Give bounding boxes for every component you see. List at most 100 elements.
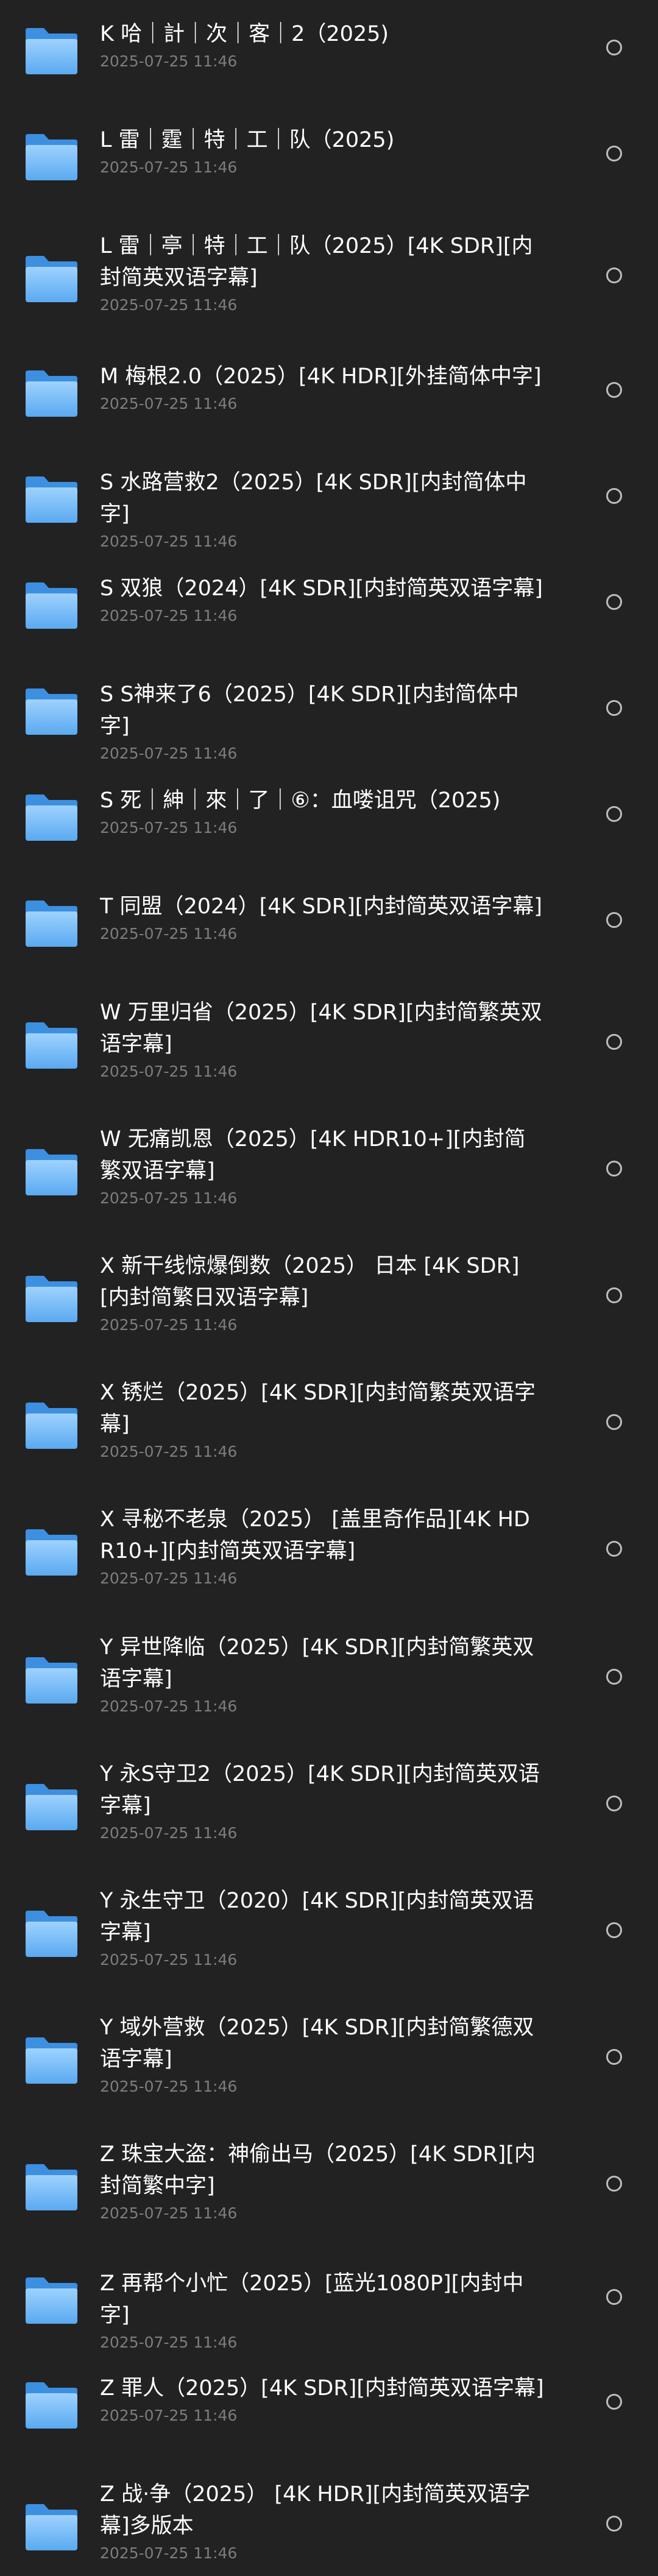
select-radio[interactable] <box>606 267 622 283</box>
item-name: Z 战·争（2025） [4K HDR][内封简英双语字幕]多版本 <box>100 2482 531 2538</box>
folder-icon <box>24 2276 79 2325</box>
file-list-item-19[interactable]: Z 珠宝大盗：神偷出马（2025）[4K SDR][内封简繁中字] 2025-0… <box>0 2139 658 2224</box>
file-list-item-20[interactable]: Z 再帮个小忙（2025）[蓝光1080P][内封中字] 2025-07-25 … <box>0 2268 658 2351</box>
item-date: 2025-07-25 11:46 <box>100 1697 238 1715</box>
item-date: 2025-07-25 11:46 <box>100 1951 238 1969</box>
file-list-item-7[interactable]: S S神来了6（2025）[4K SDR][内封简体中字] 2025-07-25… <box>0 679 658 762</box>
item-text: Z 战·争（2025） [4K HDR][内封简英双语字幕]多版本 2025-0… <box>100 2479 545 2564</box>
item-date: 2025-07-25 11:46 <box>100 2407 238 2424</box>
file-list-item-13[interactable]: X 锈烂（2025）[4K SDR][内封简繁英双语字幕] 2025-07-25… <box>0 1377 658 1462</box>
file-list-item-6[interactable]: S 双狼（2024）[4K SDR][内封简英双语字幕] 2025-07-25 … <box>0 573 658 629</box>
item-text: S S神来了6（2025）[4K SDR][内封简体中字] 2025-07-25… <box>100 679 545 764</box>
folder-icon <box>24 1021 79 1070</box>
item-date: 2025-07-25 11:46 <box>100 819 238 837</box>
select-radio[interactable] <box>606 40 622 55</box>
item-date: 2025-07-25 11:46 <box>100 395 238 412</box>
select-radio[interactable] <box>606 2394 622 2410</box>
item-name: W 无痛凯恩（2025）[4K HDR10+][内封简繁双语字幕] <box>100 1127 526 1183</box>
item-date: 2025-07-25 11:46 <box>100 2204 238 2222</box>
folder-icon <box>24 2036 79 2085</box>
select-radio[interactable] <box>606 2049 622 2065</box>
item-date: 2025-07-25 11:46 <box>100 2078 238 2095</box>
item-text: Z 再帮个小忙（2025）[蓝光1080P][内封中字] 2025-07-25 … <box>100 2268 545 2353</box>
item-text: M 梅根2.0（2025）[4K HDR][外挂简体中字] 2025-07-25… <box>100 361 545 414</box>
folder-icon <box>24 1909 79 1958</box>
file-list-item-14[interactable]: X 寻秘不老泉（2025） [盖里奇作品][4K HDR10+][内封简英双语字… <box>0 1504 658 1589</box>
item-name: Z 再帮个小忙（2025）[蓝光1080P][内封中字] <box>100 2271 524 2327</box>
select-radio[interactable] <box>606 1414 622 1430</box>
select-radio[interactable] <box>606 1796 622 1811</box>
item-name: Y 域外营救（2025）[4K SDR][内封简繁德双语字幕] <box>100 2015 534 2072</box>
item-text: L 雷｜霆｜特｜工｜队（2025) 2025-07-25 11:46 <box>100 124 545 178</box>
item-date: 2025-07-25 11:46 <box>100 158 238 176</box>
item-name: T 同盟（2024）[4K SDR][内封简英双语字幕] <box>100 894 543 919</box>
folder-icon <box>24 369 79 418</box>
item-text: S 双狼（2024）[4K SDR][内封简英双语字幕] 2025-07-25 … <box>100 573 545 626</box>
folder-icon <box>24 475 79 524</box>
file-list: K 哈｜計｜次｜客｜2（2025) 2025-07-25 11:46 L 雷｜霆… <box>0 0 658 2576</box>
item-text: Y 永生守卫（2020）[4K SDR][内封简英双语字幕] 2025-07-2… <box>100 1885 545 1970</box>
item-name: X 寻秘不老泉（2025） [盖里奇作品][4K HDR10+][内封简英双语字… <box>100 1507 530 1563</box>
select-radio[interactable] <box>606 2516 622 2532</box>
item-text: X 新干线惊爆倒数（2025） 日本 [4K SDR][内封简繁日双语字幕] 2… <box>100 1250 545 1336</box>
select-radio[interactable] <box>606 1287 622 1303</box>
file-list-item-12[interactable]: X 新干线惊爆倒数（2025） 日本 [4K SDR][内封简繁日双语字幕] 2… <box>0 1250 658 1336</box>
file-list-item-1[interactable]: K 哈｜計｜次｜客｜2（2025) 2025-07-25 11:46 <box>0 18 658 74</box>
item-text: Z 珠宝大盗：神偷出马（2025）[4K SDR][内封简繁中字] 2025-0… <box>100 2139 545 2224</box>
item-text: W 无痛凯恩（2025）[4K HDR10+][内封简繁双语字幕] 2025-0… <box>100 1123 545 1209</box>
item-date: 2025-07-25 11:46 <box>100 1189 238 1207</box>
select-radio[interactable] <box>606 594 622 610</box>
file-list-item-9[interactable]: T 同盟（2024）[4K SDR][内封简英双语字幕] 2025-07-25 … <box>0 891 658 947</box>
item-text: S 死｜紳｜來｜了｜⑥：血喽诅咒（2025) 2025-07-25 11:46 <box>100 785 545 838</box>
item-date: 2025-07-25 11:46 <box>100 925 238 943</box>
select-radio[interactable] <box>606 1669 622 1685</box>
item-date: 2025-07-25 11:46 <box>100 1063 238 1080</box>
select-radio[interactable] <box>606 806 622 822</box>
folder-icon <box>24 899 79 948</box>
item-name: X 锈烂（2025）[4K SDR][内封简繁英双语字幕] <box>100 1381 536 1437</box>
item-name: L 雷｜霆｜特｜工｜队（2025) <box>100 128 395 152</box>
select-radio[interactable] <box>606 488 622 504</box>
file-list-item-11[interactable]: W 无痛凯恩（2025）[4K HDR10+][内封简繁双语字幕] 2025-0… <box>0 1123 658 1209</box>
item-date: 2025-07-25 11:46 <box>100 1569 238 1587</box>
file-list-item-18[interactable]: Y 域外营救（2025）[4K SDR][内封简繁德双语字幕] 2025-07-… <box>0 2012 658 2097</box>
folder-icon <box>24 581 79 630</box>
select-radio[interactable] <box>606 1922 622 1938</box>
file-list-item-5[interactable]: S 水路营救2（2025）[4K SDR][内封简体中字] 2025-07-25… <box>0 467 658 550</box>
select-radio[interactable] <box>606 382 622 398</box>
file-list-item-8[interactable]: S 死｜紳｜來｜了｜⑥：血喽诅咒（2025) 2025-07-25 11:46 <box>0 785 658 841</box>
folder-icon <box>24 1528 79 1577</box>
item-date: 2025-07-25 11:46 <box>100 607 238 625</box>
file-list-item-22[interactable]: Z 战·争（2025） [4K HDR][内封简英双语字幕]多版本 2025-0… <box>0 2479 658 2564</box>
item-text: W 万里归省（2025）[4K SDR][内封简繁英双语字幕] 2025-07-… <box>100 997 545 1082</box>
item-date: 2025-07-25 11:46 <box>100 533 238 550</box>
item-text: X 寻秘不老泉（2025） [盖里奇作品][4K HDR10+][内封简英双语字… <box>100 1504 545 1589</box>
select-radio[interactable] <box>606 1161 622 1177</box>
item-text: S 水路营救2（2025）[4K SDR][内封简体中字] 2025-07-25… <box>100 467 545 552</box>
folder-icon <box>24 1401 79 1450</box>
file-list-item-2[interactable]: L 雷｜霆｜特｜工｜队（2025) 2025-07-25 11:46 <box>0 124 658 180</box>
folder-icon <box>24 133 79 182</box>
file-list-item-4[interactable]: M 梅根2.0（2025）[4K HDR][外挂简体中字] 2025-07-25… <box>0 361 658 417</box>
select-radio[interactable] <box>606 146 622 161</box>
select-radio[interactable] <box>606 700 622 716</box>
select-radio[interactable] <box>606 1541 622 1557</box>
file-list-item-16[interactable]: Y 永S守卫2（2025）[4K SDR][内封简英双语字幕] 2025-07-… <box>0 1758 658 1844</box>
file-list-item-10[interactable]: W 万里归省（2025）[4K SDR][内封简繁英双语字幕] 2025-07-… <box>0 997 658 1082</box>
file-list-item-21[interactable]: Z 罪人（2025）[4K SDR][内封简英双语字幕] 2025-07-25 … <box>0 2373 658 2429</box>
folder-icon <box>24 1275 79 1323</box>
select-radio[interactable] <box>606 912 622 928</box>
item-date: 2025-07-25 11:46 <box>100 745 238 762</box>
select-radio[interactable] <box>606 1034 622 1050</box>
file-list-item-17[interactable]: Y 永生守卫（2020）[4K SDR][内封简英双语字幕] 2025-07-2… <box>0 1885 658 1970</box>
folder-icon <box>24 2381 79 2430</box>
folder-icon <box>24 793 79 842</box>
file-list-item-15[interactable]: Y 异世降临（2025）[4K SDR][内封简繁英双语字幕] 2025-07-… <box>0 1632 658 1717</box>
item-name: Z 珠宝大盗：神偷出马（2025）[4K SDR][内封简繁中字] <box>100 2142 536 2198</box>
item-name: K 哈｜計｜次｜客｜2（2025) <box>100 22 389 46</box>
item-date: 2025-07-25 11:46 <box>100 296 238 314</box>
file-list-item-3[interactable]: L 雷｜亭｜特｜工｜队（2025）[4K SDR][内封简英双语字幕] 2025… <box>0 230 658 316</box>
select-radio[interactable] <box>606 2289 622 2305</box>
folder-icon <box>24 1783 79 1831</box>
select-radio[interactable] <box>606 2176 622 2192</box>
